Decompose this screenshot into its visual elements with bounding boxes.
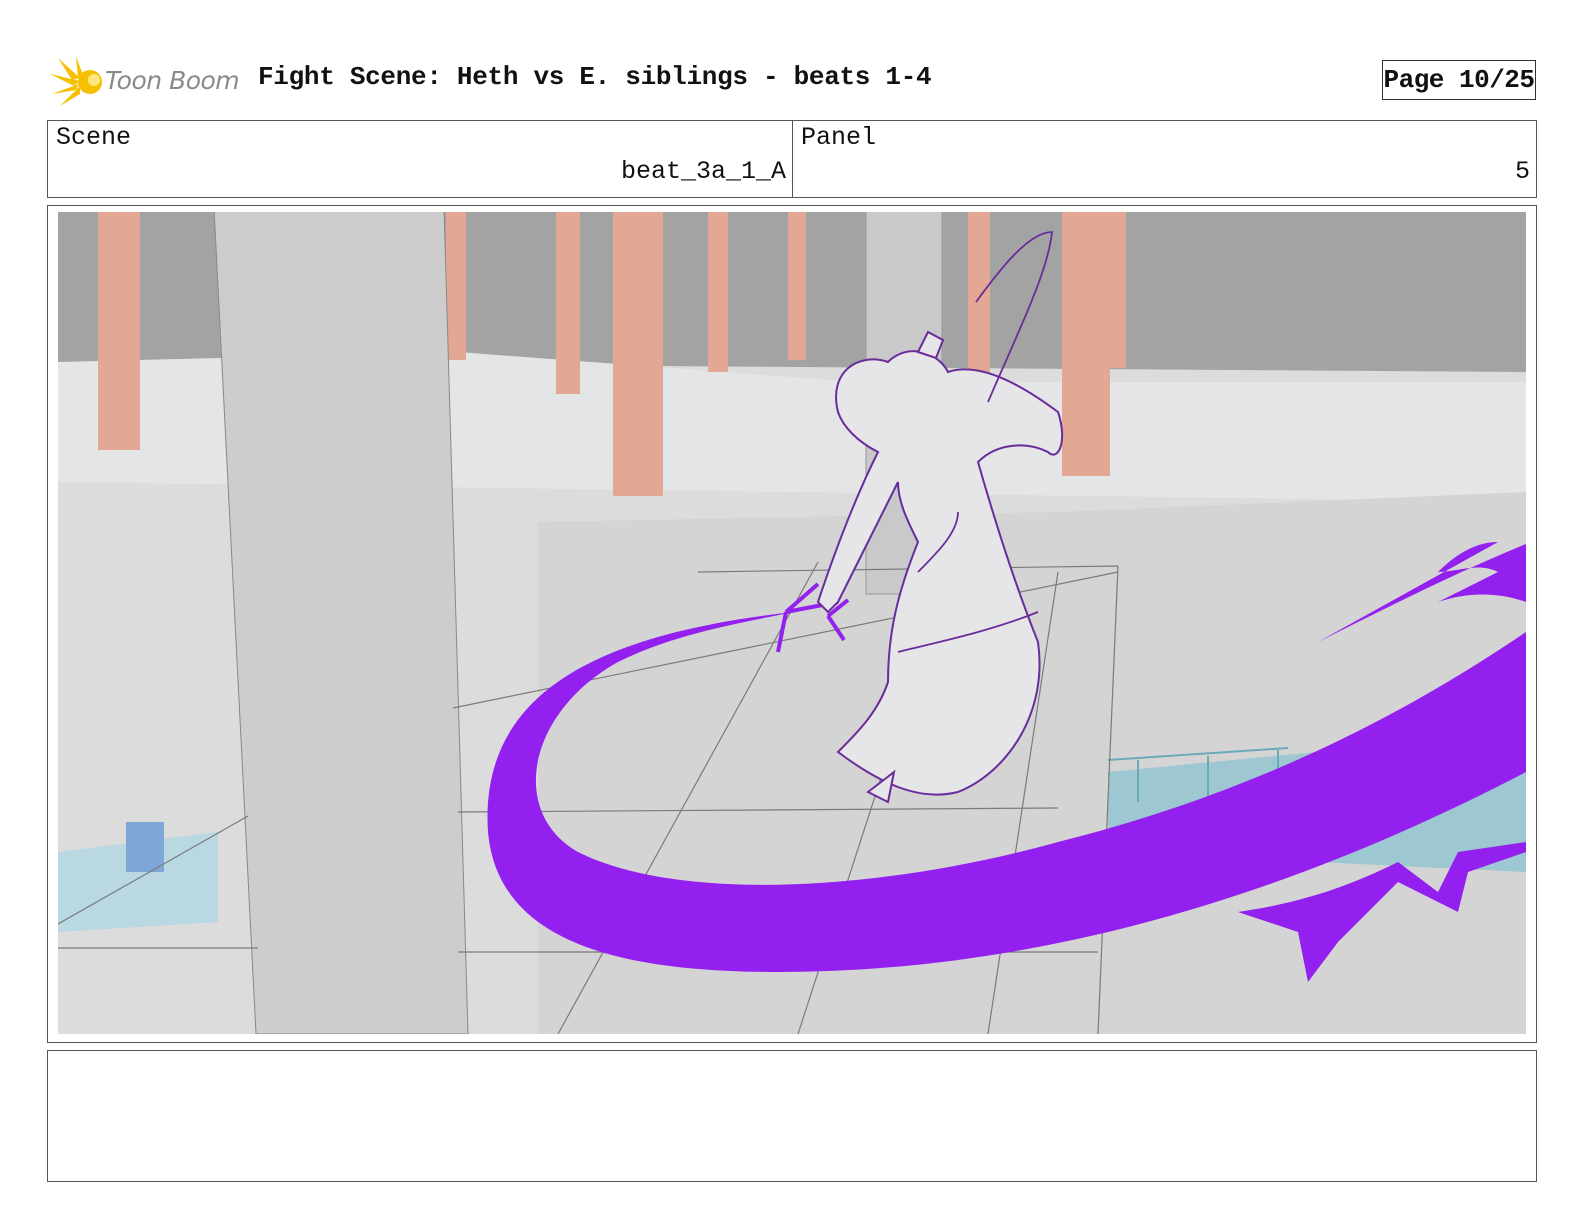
panel-value: 5 [1514,157,1530,186]
panel-cell: Panel 5 [793,121,1536,197]
storyboard-frame [47,205,1537,1043]
toon-boom-logo: Toon Boom [50,54,240,110]
page-number: Page 10/25 [1382,60,1536,100]
logo-text: Toon Boom [105,66,240,95]
starburst-logo-icon [50,56,102,106]
scene-label: Scene [56,123,132,152]
document-title: Fight Scene: Heth vs E. siblings - beats… [258,62,932,92]
notes-box [47,1050,1537,1182]
foreground-column [213,212,469,1034]
storyboard-artwork [58,212,1526,1034]
scene-cell: Scene beat_3a_1_A [48,121,793,197]
scene-value: beat_3a_1_A [620,157,786,186]
panel-label: Panel [801,123,877,152]
blue-marker [126,822,164,872]
scene-panel-info: Scene beat_3a_1_A Panel 5 [47,120,1537,198]
